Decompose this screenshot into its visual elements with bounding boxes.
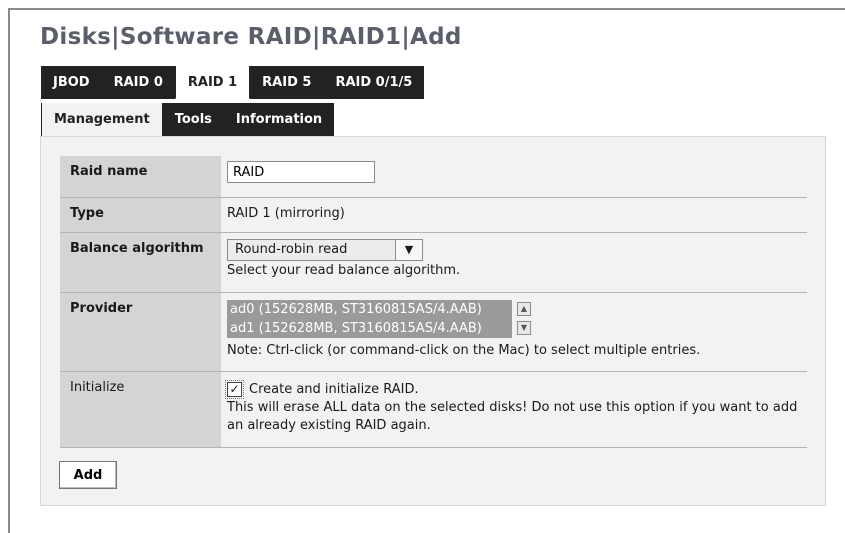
add-button[interactable]: Add xyxy=(59,461,117,489)
tab-raid0[interactable]: RAID 0 xyxy=(102,66,175,99)
provider-label: Provider xyxy=(60,292,221,372)
form-row-initialize: Initialize ✓ Create and initialize RAID.… xyxy=(60,371,807,448)
raid-type-tabs: JBOD RAID 0 RAID 1 RAID 5 RAID 0/1/5 xyxy=(41,66,425,99)
provider-option-ad1[interactable]: ad1 (152628MB, ST3160815AS/4.AAB) xyxy=(227,318,512,338)
raid-name-label: Raid name xyxy=(60,156,221,198)
tab-tools[interactable]: Tools xyxy=(163,103,224,136)
listbox-scrollbar[interactable]: ▲ ▼ xyxy=(512,300,534,338)
tab-raid5[interactable]: RAID 5 xyxy=(250,66,323,99)
scroll-up-icon[interactable]: ▲ xyxy=(517,301,531,316)
form-row-balance: Balance algorithm Round-robin read ▼ Sel… xyxy=(60,232,807,293)
provider-listbox[interactable]: ad0 (152628MB, ST3160815AS/4.AAB) ad1 (1… xyxy=(227,299,534,338)
provider-option-ad0[interactable]: ad0 (152628MB, ST3160815AS/4.AAB) xyxy=(227,299,512,319)
initialize-label: Initialize xyxy=(60,371,221,448)
section-tabs: Management Tools Information xyxy=(41,103,335,136)
tab-management[interactable]: Management xyxy=(41,103,163,136)
form-panel: Raid name Type RAID 1 (mirroring) Balanc… xyxy=(40,136,826,506)
initialize-checkbox-label[interactable]: Create and initialize RAID. xyxy=(249,382,419,397)
chevron-down-icon[interactable]: ▼ xyxy=(395,239,422,260)
initialize-checkbox[interactable]: ✓ xyxy=(225,379,244,399)
initialize-warning: This will erase ALL data on the selected… xyxy=(227,399,798,433)
balance-label: Balance algorithm xyxy=(60,232,221,293)
type-value: RAID 1 (mirroring) xyxy=(227,205,345,221)
tab-raid1[interactable]: RAID 1 xyxy=(174,66,251,99)
provider-note: Note: Ctrl-click (or command-click on th… xyxy=(227,342,701,358)
check-icon: ✓ xyxy=(229,382,240,396)
balance-select-value: Round-robin read xyxy=(235,242,348,257)
tab-jbod[interactable]: JBOD xyxy=(41,66,102,99)
form-row-provider: Provider ad0 (152628MB, ST3160815AS/4.AA… xyxy=(60,292,807,372)
raid-form: Raid name Type RAID 1 (mirroring) Balanc… xyxy=(60,156,807,448)
balance-hint: Select your read balance algorithm. xyxy=(227,262,461,278)
form-row-raid-name: Raid name xyxy=(60,156,807,198)
page-title: Disks|Software RAID|RAID1|Add xyxy=(40,24,462,50)
tab-raid015[interactable]: RAID 0/1/5 xyxy=(323,66,424,99)
balance-select[interactable]: Round-robin read ▼ xyxy=(227,238,423,261)
tab-information[interactable]: Information xyxy=(224,103,334,136)
form-row-type: Type RAID 1 (mirroring) xyxy=(60,197,807,233)
raid-name-input[interactable] xyxy=(227,161,375,183)
type-label: Type xyxy=(60,197,221,233)
scroll-down-icon[interactable]: ▼ xyxy=(517,320,531,335)
